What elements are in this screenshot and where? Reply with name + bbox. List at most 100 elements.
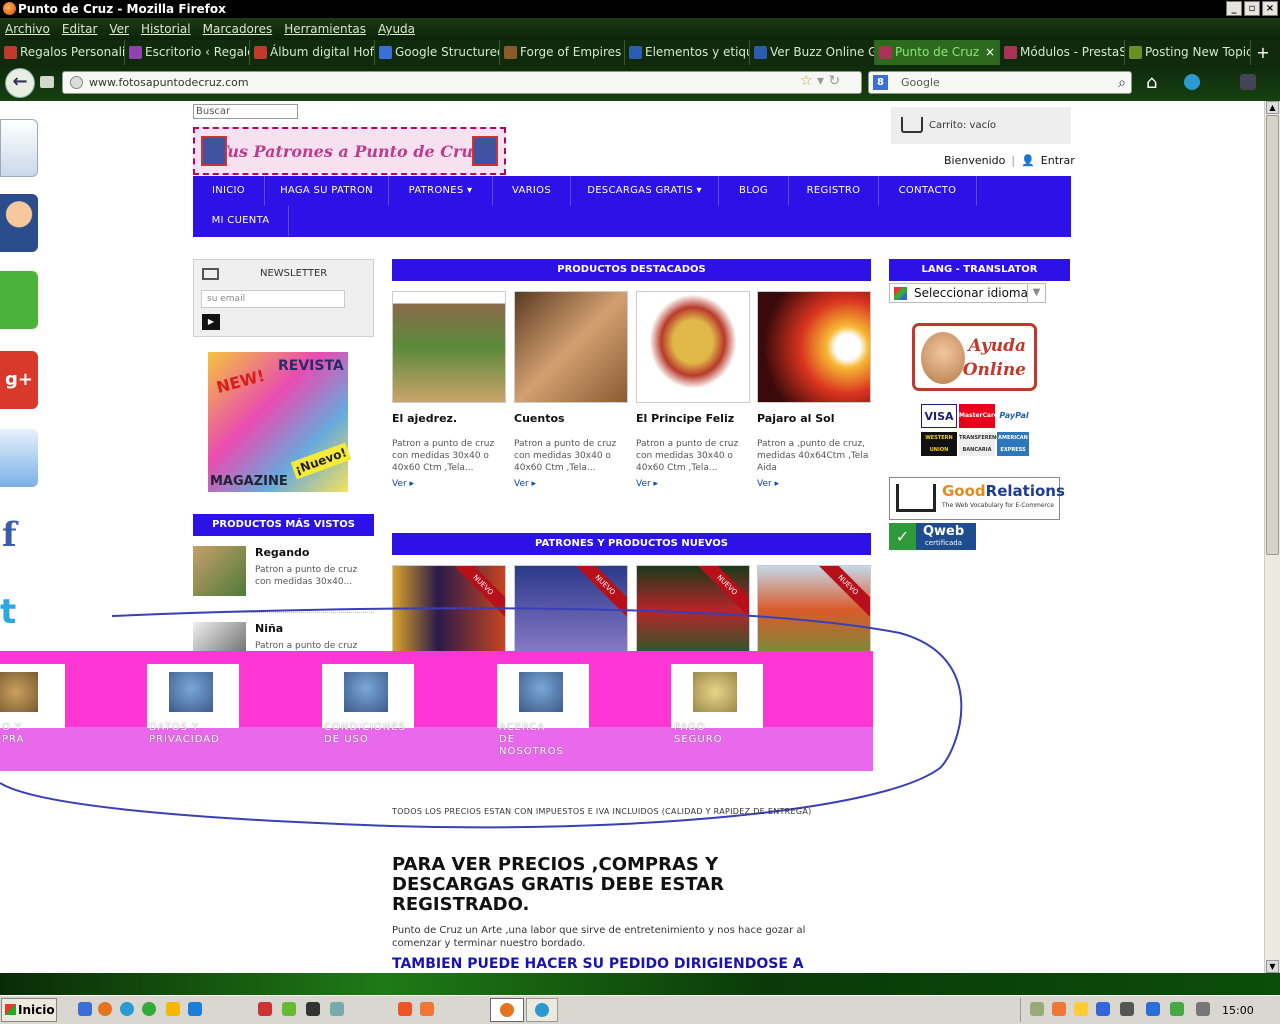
product-image[interactable] — [514, 291, 628, 403]
twitter-icon[interactable]: t — [0, 583, 38, 641]
site-logo[interactable]: Tus Patrones a Punto de Cruz — [193, 127, 506, 175]
newsletter-submit-button[interactable]: ▶ — [202, 314, 220, 330]
scroll-up-icon[interactable]: ▲ — [1266, 101, 1279, 114]
minimize-button[interactable]: _ — [1226, 1, 1242, 16]
quicklaunch-windows-icon[interactable] — [188, 1002, 202, 1016]
tab-forge-of-empires[interactable]: Forge of Empires — [500, 40, 625, 65]
quicklaunch-app-icon[interactable] — [166, 1002, 180, 1016]
scroll-down-icon[interactable]: ▼ — [1266, 960, 1279, 973]
footer-link-box[interactable] — [0, 664, 65, 728]
new-tab-button[interactable]: + — [1251, 40, 1275, 65]
product-image[interactable] — [392, 291, 506, 403]
product-thumbnail[interactable] — [193, 546, 246, 596]
footer-link-pago-seguro[interactable]: PAGO SEGURO — [674, 722, 723, 746]
view-more-link[interactable]: Ver ▸ — [636, 479, 658, 489]
footer-link-acerca[interactable]: ACERCA DE NOSOTROS — [499, 722, 564, 758]
close-window-button[interactable]: × — [1262, 1, 1278, 16]
product-card[interactable]: Pajaro al Sol Patron a ,punto de cruz, m… — [757, 291, 871, 489]
taskbar-ie-window[interactable] — [526, 998, 558, 1022]
footer-link-box[interactable] — [497, 664, 589, 728]
signal-icon[interactable] — [1196, 1002, 1210, 1016]
tab-escritorio[interactable]: Escritorio ‹ Regalo... — [125, 40, 250, 65]
basket-icon[interactable] — [0, 271, 38, 329]
cart-box[interactable]: Carrito: vacío — [891, 107, 1071, 144]
taskbar-clock[interactable]: 15:00 — [1222, 1004, 1254, 1017]
list-item[interactable]: Regando Patron a punto de cruz con medid… — [193, 546, 374, 606]
back-button[interactable]: ← — [5, 68, 35, 98]
view-more-link[interactable]: Ver ▸ — [514, 479, 536, 489]
quicklaunch-app-icon[interactable] — [282, 1002, 296, 1016]
footer-link-condiciones[interactable]: CONDICIONES DE USO — [324, 722, 406, 746]
nav-descargas-gratis[interactable]: DESCARGAS GRATIS ▾ — [571, 176, 719, 206]
tab-google-structured[interactable]: Google Structured... — [375, 40, 500, 65]
qweb-badge[interactable]: ✓ Qweb certificada — [889, 523, 976, 550]
tray-icon[interactable] — [1096, 1002, 1110, 1016]
product-thumbnail[interactable] — [193, 622, 246, 652]
product-name[interactable]: El Principe Feliz — [636, 412, 734, 425]
menu-ayuda[interactable]: Ayuda — [378, 22, 415, 36]
quicklaunch-chrome-icon[interactable] — [142, 1002, 156, 1016]
product-name[interactable]: Niña — [255, 622, 283, 635]
bookmark-star-icon[interactable]: ☆ ▾ ↻ — [800, 73, 840, 89]
nav-contacto[interactable]: CONTACTO — [879, 176, 977, 206]
nav-blog[interactable]: BLOG — [719, 176, 789, 206]
view-more-link[interactable]: Ver ▸ — [392, 479, 414, 489]
footer-link-box[interactable] — [147, 664, 239, 728]
quicklaunch-desktop-icon[interactable] — [78, 1002, 92, 1016]
product-name[interactable]: Pajaro al Sol — [757, 412, 834, 425]
tray-icon[interactable] — [1170, 1002, 1184, 1016]
home-icon[interactable]: ⌂ — [1146, 72, 1157, 93]
product-card[interactable]: El Principe Feliz Patron a punto de cruz… — [636, 291, 750, 489]
tab-elementos[interactable]: Elementos y etiqu... — [625, 40, 750, 65]
view-more-link[interactable]: Ver ▸ — [757, 479, 779, 489]
footer-link-box[interactable] — [322, 664, 414, 728]
menu-ver[interactable]: Ver — [109, 22, 129, 36]
language-select[interactable]: Seleccionar idioma ▼ — [889, 283, 1046, 303]
new-product-card[interactable]: NUEVO — [636, 565, 750, 655]
product-card[interactable]: El ajedrez. Patron a punto de cruz con m… — [392, 291, 506, 489]
tray-icon[interactable] — [1052, 1002, 1066, 1016]
network-icon[interactable] — [1146, 1002, 1160, 1016]
browser-search-input[interactable]: 8 Google ⌕ — [868, 71, 1132, 94]
quicklaunch-app-icon[interactable] — [420, 1002, 434, 1016]
new-product-card[interactable]: NUEVO — [757, 565, 871, 655]
login-link[interactable]: Entrar — [1041, 154, 1075, 167]
menu-historial[interactable]: Historial — [141, 22, 191, 36]
product-card[interactable]: Cuentos Patron a punto de cruz con medid… — [514, 291, 628, 489]
tab-punto-de-cruz[interactable]: Punto de Cruz × — [875, 40, 1000, 65]
addon-icon[interactable] — [1184, 74, 1200, 90]
user-icon[interactable] — [0, 194, 38, 252]
facebook-icon[interactable]: f — [0, 506, 38, 564]
maximize-button[interactable]: ▫ — [1244, 1, 1260, 16]
tab-album[interactable]: Álbum digital Hofm... — [250, 40, 375, 65]
footer-link-privacidad[interactable]: DATOS Y PRIVACIDAD — [149, 722, 220, 746]
address-bar[interactable]: www.fotosapuntodecruz.com — [62, 71, 862, 94]
toolbar-extension-icon[interactable] — [1240, 74, 1256, 90]
footer-link-box[interactable] — [671, 664, 763, 728]
quicklaunch-app-icon[interactable] — [306, 1002, 320, 1016]
quicklaunch-firefox-icon[interactable] — [98, 1002, 112, 1016]
quicklaunch-ie-icon[interactable] — [120, 1002, 134, 1016]
tab-modulos[interactable]: Módulos - PrestaS... — [1000, 40, 1125, 65]
chevron-down-icon[interactable]: ▼ — [1027, 284, 1045, 302]
product-name[interactable]: El ajedrez. — [392, 412, 457, 425]
quicklaunch-filezilla-icon[interactable] — [258, 1002, 272, 1016]
google-plus-icon[interactable]: g+ — [0, 351, 38, 409]
goodrelations-badge[interactable]: GoodRelations The Web Vocabulary for E-C… — [889, 477, 1065, 520]
start-button[interactable]: Inicio — [1, 998, 57, 1022]
tab-posting-new-topic[interactable]: Posting New Topic... — [1125, 40, 1251, 65]
tray-icon[interactable] — [1030, 1002, 1044, 1016]
menu-herramientas[interactable]: Herramientas — [284, 22, 366, 36]
volume-icon[interactable] — [1120, 1002, 1134, 1016]
new-product-card[interactable]: NUEVO — [514, 565, 628, 655]
menu-archivo[interactable]: Archivo — [5, 22, 50, 36]
nav-mi-cuenta[interactable]: MI CUENTA — [193, 206, 289, 236]
online-help-banner[interactable]: Ayuda Online — [912, 323, 1037, 391]
magazine-banner[interactable]: REVISTA NEW! MAGAZINE ¡Nuevo! — [208, 352, 352, 492]
product-image[interactable] — [636, 291, 750, 403]
tab-ver-buzz[interactable]: Ver Buzz Online Gr... — [750, 40, 875, 65]
nav-haga-su-patron[interactable]: HAGA SU PATRON — [265, 176, 389, 206]
menu-marcadores[interactable]: Marcadores — [203, 22, 273, 36]
email-icon[interactable] — [0, 429, 38, 487]
nav-varios[interactable]: VARIOS — [493, 176, 571, 206]
